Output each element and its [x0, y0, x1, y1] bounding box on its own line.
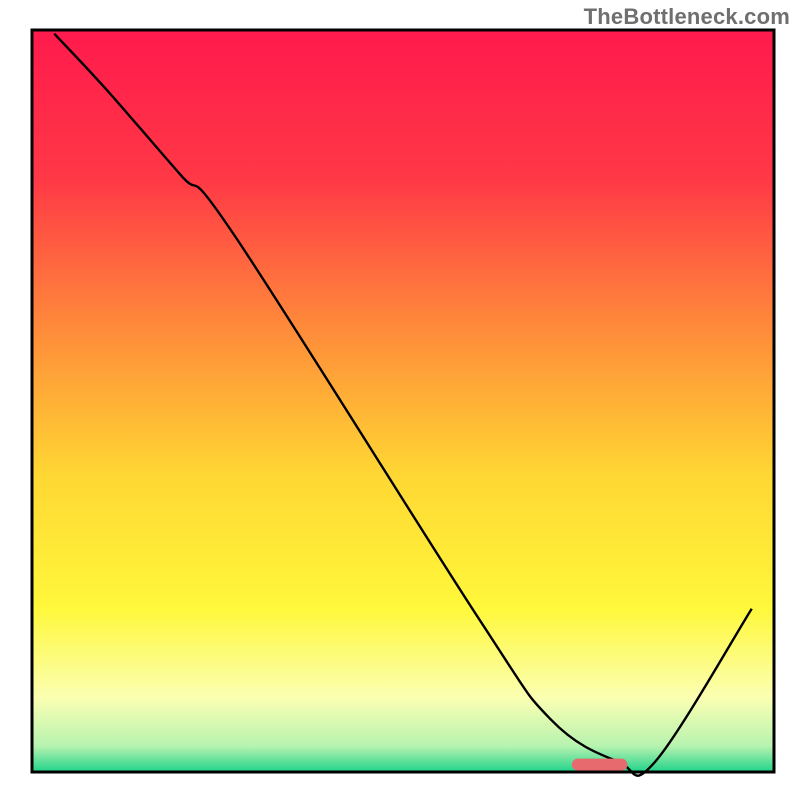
watermark-text: TheBottleneck.com [584, 4, 790, 30]
plot-area [32, 30, 774, 776]
bottleneck-chart: TheBottleneck.com [0, 0, 800, 800]
gradient-background [32, 30, 774, 772]
chart-svg [0, 0, 800, 800]
optimal-range-marker [572, 759, 628, 771]
